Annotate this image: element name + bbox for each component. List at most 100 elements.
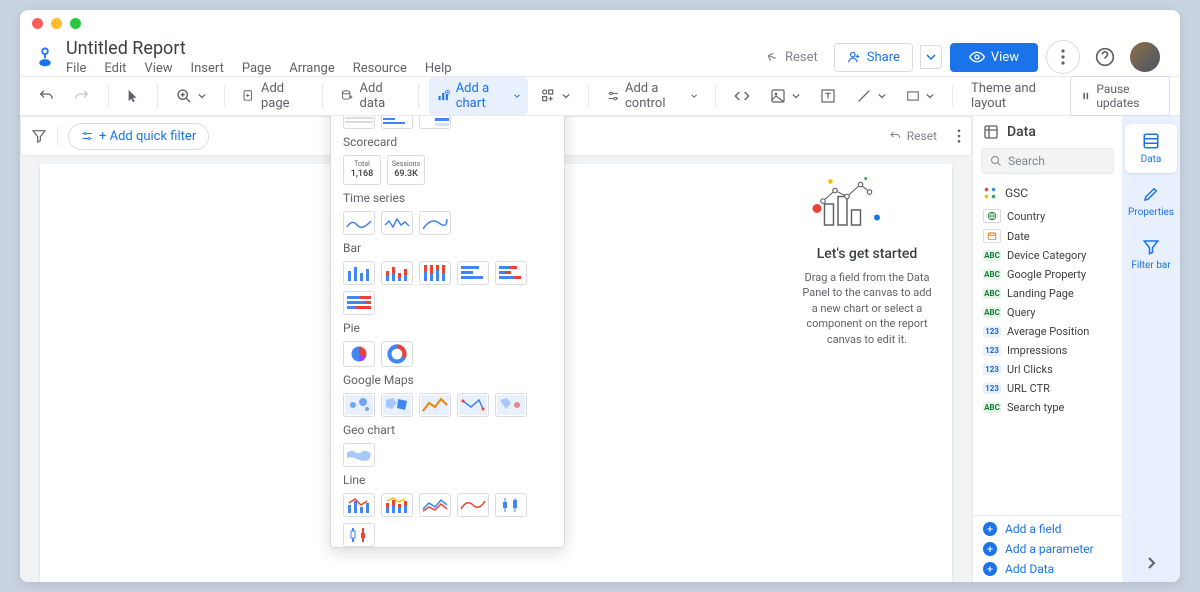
undo-button[interactable] (30, 84, 62, 108)
chart-column-100[interactable] (419, 261, 451, 285)
chart-scorecard-compact[interactable]: Sessions69.3K (387, 155, 425, 185)
chart-table-heatmap[interactable] (419, 116, 451, 129)
chart-table-bars[interactable] (381, 116, 413, 129)
user-avatar[interactable] (1130, 42, 1160, 72)
chart-donut[interactable] (381, 341, 413, 367)
window-maximize[interactable] (70, 18, 81, 29)
field-item[interactable]: 123Url Clicks (973, 360, 1122, 379)
chart-column[interactable] (343, 261, 375, 285)
text-button[interactable] (812, 84, 844, 108)
share-dropdown[interactable] (920, 45, 942, 69)
field-item[interactable]: 123URL CTR (973, 379, 1122, 398)
field-item[interactable]: ABCGoogle Property (973, 265, 1122, 284)
menu-view[interactable]: View (144, 61, 172, 76)
rail-collapse-toggle[interactable] (1146, 556, 1156, 570)
window-minimize[interactable] (51, 18, 62, 29)
menu-page[interactable]: Page (242, 61, 271, 76)
share-button[interactable]: Share (834, 43, 913, 72)
reset-button[interactable]: Reset (757, 46, 826, 69)
menu-resource[interactable]: Resource (353, 61, 407, 76)
chart-filled-map[interactable] (381, 393, 413, 417)
field-item[interactable]: ABCLanding Page (973, 284, 1122, 303)
chart-smoothed-line[interactable] (419, 211, 451, 235)
menu-insert[interactable]: Insert (191, 61, 224, 76)
help-button[interactable] (1088, 40, 1122, 74)
chart-geo[interactable] (343, 443, 375, 467)
field-search-input[interactable]: Search (981, 148, 1114, 174)
chart-combo[interactable] (343, 493, 375, 517)
embed-button[interactable] (726, 84, 758, 108)
field-item[interactable]: 123Average Position (973, 322, 1122, 341)
chart-sparkline[interactable] (381, 211, 413, 235)
chart-time-series[interactable] (343, 211, 375, 235)
chart-table[interactable] (343, 116, 375, 129)
document-title[interactable]: Untitled Report (66, 38, 757, 59)
menu-arrange[interactable]: Arrange (289, 61, 334, 76)
line-button[interactable] (848, 84, 894, 108)
caret-down-icon (792, 92, 800, 100)
chart-scorecard[interactable]: Total1,168 (343, 155, 381, 185)
community-viz-button[interactable] (532, 84, 578, 108)
chart-heat-map[interactable] (419, 393, 451, 417)
looker-studio-logo (34, 46, 56, 68)
add-quick-filter-button[interactable]: + Add quick filter (68, 123, 209, 150)
pause-updates-button[interactable]: Pause updates (1070, 76, 1170, 116)
rail-data[interactable]: Data (1125, 124, 1177, 173)
add-data-link[interactable]: +Add Data (983, 562, 1112, 576)
chart-bubble-map[interactable] (343, 393, 375, 417)
image-button[interactable] (762, 84, 808, 108)
database-plus-icon (341, 88, 354, 104)
field-item[interactable]: ABCSearch type (973, 398, 1122, 417)
menu-edit[interactable]: Edit (104, 61, 126, 76)
line-icon (856, 88, 872, 104)
rail-filter-bar[interactable]: Filter bar (1125, 230, 1177, 279)
redo-button[interactable] (66, 84, 98, 108)
add-chart-button[interactable]: Add a chart (429, 77, 527, 115)
menu-help[interactable]: Help (425, 61, 452, 76)
menu-file[interactable]: File (66, 61, 86, 76)
field-item[interactable]: ABCQuery (973, 303, 1122, 322)
more-options-button[interactable] (1046, 40, 1080, 74)
view-button[interactable]: View (950, 43, 1038, 72)
chart-combo-map[interactable] (495, 393, 527, 417)
filter-icon-button[interactable] (31, 128, 47, 144)
field-item[interactable]: ABCDevice Category (973, 246, 1122, 265)
chart-line-map[interactable] (457, 393, 489, 417)
theme-layout-button[interactable]: Theme and layout (963, 77, 1062, 115)
chart-bar-100[interactable] (343, 291, 375, 315)
help-icon (1095, 47, 1115, 67)
add-control-button[interactable]: Add a control (599, 77, 706, 115)
chart-pie[interactable] (343, 341, 375, 367)
shape-button[interactable] (898, 85, 942, 107)
window-close[interactable] (32, 18, 43, 29)
field-item[interactable]: Date (973, 226, 1122, 246)
get-started-hint: Let's get started Drag a field from the … (792, 164, 942, 357)
field-item[interactable]: Country (973, 206, 1122, 226)
text-chip: ABC (983, 250, 1001, 261)
chart-candlestick[interactable] (495, 493, 527, 517)
chart-ohlc[interactable] (343, 523, 375, 547)
field-label: Google Property (1007, 268, 1086, 281)
rail-properties[interactable]: Properties (1125, 177, 1177, 226)
field-label: Average Position (1007, 325, 1089, 338)
field-label: Country (1007, 210, 1045, 223)
add-page-button[interactable]: Add page (234, 77, 312, 115)
add-data-button[interactable]: Add data (333, 77, 409, 115)
add-field-link[interactable]: +Add a field (983, 522, 1112, 536)
zoom-tool[interactable] (168, 84, 214, 108)
chart-line[interactable] (419, 493, 451, 517)
chart-smooth-line[interactable] (457, 493, 489, 517)
canvas-more-button[interactable] (957, 129, 961, 143)
chart-combo-stacked[interactable] (381, 493, 413, 517)
canvas-reset-button[interactable]: Reset (889, 129, 937, 143)
section-pie: Pie (343, 321, 552, 335)
add-parameter-link[interactable]: +Add a parameter (983, 542, 1112, 556)
sliders-icon (607, 88, 619, 104)
chart-column-stacked[interactable] (381, 261, 413, 285)
selection-tool[interactable] (119, 85, 147, 107)
datasource-header[interactable]: GSC (973, 180, 1122, 206)
field-item[interactable]: 123Impressions (973, 341, 1122, 360)
cursor-icon (127, 89, 139, 103)
chart-bar-stacked[interactable] (495, 261, 527, 285)
chart-bar[interactable] (457, 261, 489, 285)
